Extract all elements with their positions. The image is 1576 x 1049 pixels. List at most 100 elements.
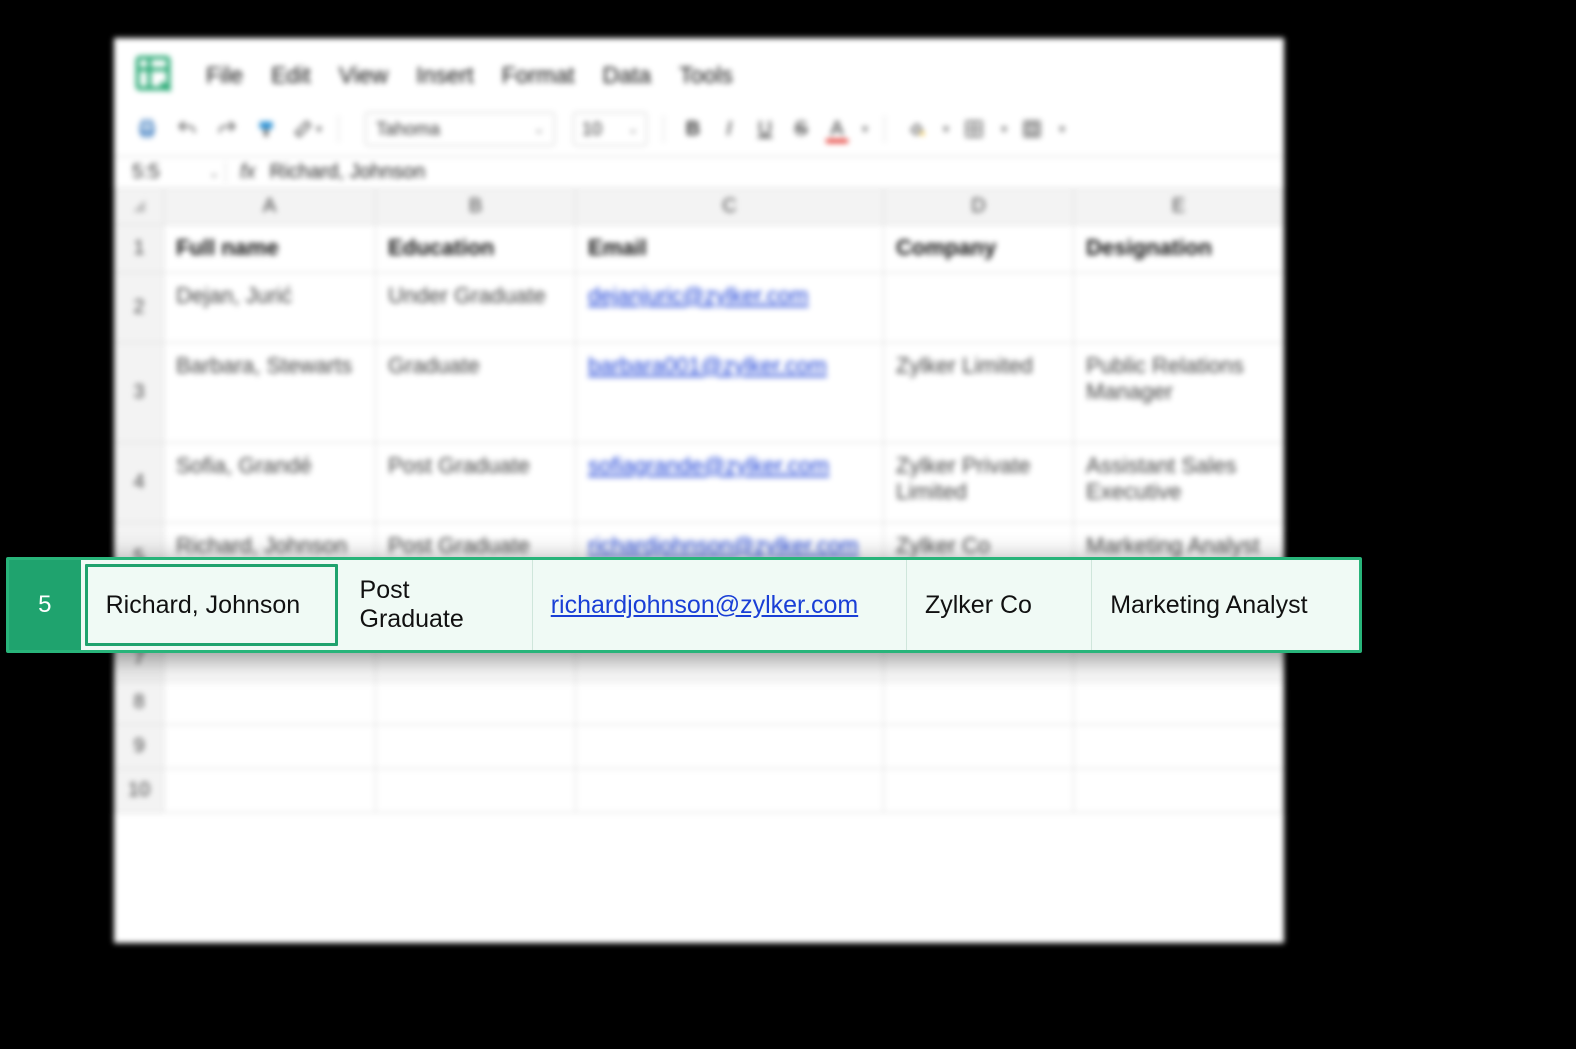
formula-input[interactable]: Richard, Johnson bbox=[270, 161, 426, 184]
chevron-down-icon[interactable]: ▾ bbox=[1059, 122, 1065, 136]
cell-D4[interactable]: Zylker Private Limited bbox=[884, 443, 1074, 523]
cell-D8[interactable] bbox=[884, 681, 1074, 725]
chevron-down-icon: ⌄ bbox=[628, 122, 638, 136]
cell-C2[interactable]: dejanjuric@zylker.com bbox=[576, 273, 884, 343]
highlight-row-header[interactable]: 5 bbox=[9, 560, 81, 650]
underline-button[interactable]: U bbox=[752, 118, 778, 141]
cell-A10[interactable] bbox=[164, 769, 376, 813]
chevron-down-icon: ⌄ bbox=[534, 122, 544, 136]
font-family-value: Tahoma bbox=[376, 119, 440, 140]
col-header-D[interactable]: D bbox=[884, 189, 1074, 225]
clear-format-icon[interactable]: ▾ bbox=[292, 114, 322, 144]
cell-B8[interactable] bbox=[376, 681, 576, 725]
cell-E2[interactable] bbox=[1074, 273, 1284, 343]
spreadsheet-window: File Edit View Insert Format Data Tools … bbox=[114, 38, 1284, 943]
cell-C4[interactable]: sofiagrande@zylker.com bbox=[576, 443, 884, 523]
chevron-down-icon: ▾ bbox=[316, 122, 322, 136]
row-header-1[interactable]: 1 bbox=[114, 225, 164, 273]
spreadsheet-grid: A B C D E 1 Full name Education Email Co… bbox=[114, 189, 1284, 813]
cell-E8[interactable] bbox=[1074, 681, 1284, 725]
menu-format[interactable]: Format bbox=[502, 62, 575, 89]
merge-cells-icon[interactable] bbox=[1017, 114, 1047, 144]
redo-icon[interactable] bbox=[212, 114, 242, 144]
cell-D1[interactable]: Company bbox=[884, 225, 1074, 273]
menubar: File Edit View Insert Format Data Tools bbox=[114, 38, 1284, 108]
name-box-value: 5:5 bbox=[132, 161, 160, 184]
col-header-A[interactable]: A bbox=[164, 189, 376, 225]
menu-view[interactable]: View bbox=[339, 62, 388, 89]
menu-insert[interactable]: Insert bbox=[416, 62, 474, 89]
font-color-button[interactable]: A bbox=[824, 118, 850, 141]
cell-C3[interactable]: barbara001@zylker.com bbox=[576, 343, 884, 443]
cell-A4[interactable]: Sofia, Grandé bbox=[164, 443, 376, 523]
cell-D10[interactable] bbox=[884, 769, 1074, 813]
col-header-B[interactable]: B bbox=[376, 189, 576, 225]
cell-B1[interactable]: Education bbox=[376, 225, 576, 273]
divider bbox=[884, 115, 885, 143]
cell-B10[interactable] bbox=[376, 769, 576, 813]
cell-A9[interactable] bbox=[164, 725, 376, 769]
name-box[interactable]: 5:5 ⌄ bbox=[132, 161, 226, 184]
cell-A1[interactable]: Full name bbox=[164, 225, 376, 273]
menu-file[interactable]: File bbox=[206, 62, 243, 89]
font-size-value: 10 bbox=[582, 119, 602, 140]
cell-E4[interactable]: Assistant Sales Executive bbox=[1074, 443, 1284, 523]
menu-data[interactable]: Data bbox=[603, 62, 652, 89]
cell-A8[interactable] bbox=[164, 681, 376, 725]
font-size-select[interactable]: 10 ⌄ bbox=[573, 112, 647, 146]
divider bbox=[663, 115, 664, 143]
cell-D2[interactable] bbox=[884, 273, 1074, 343]
print-icon[interactable] bbox=[132, 114, 162, 144]
chevron-down-icon[interactable]: ▾ bbox=[862, 122, 868, 136]
italic-button[interactable]: I bbox=[716, 118, 742, 141]
cell-E9[interactable] bbox=[1074, 725, 1284, 769]
bold-button[interactable]: B bbox=[680, 118, 706, 141]
cell-C1[interactable]: Email bbox=[576, 225, 884, 273]
row-header-8[interactable]: 8 bbox=[114, 681, 164, 725]
cell-C9[interactable] bbox=[576, 725, 884, 769]
cell-B3[interactable]: Graduate bbox=[376, 343, 576, 443]
row-header-10[interactable]: 10 bbox=[114, 769, 164, 813]
row-header-9[interactable]: 9 bbox=[114, 725, 164, 769]
formula-bar: 5:5 ⌄ fx Richard, Johnson bbox=[114, 156, 1284, 189]
highlight-cell-E[interactable]: Marketing Analyst bbox=[1092, 560, 1359, 650]
app-logo-icon bbox=[132, 52, 178, 98]
divider bbox=[338, 115, 339, 143]
borders-icon[interactable] bbox=[959, 114, 989, 144]
select-all-corner[interactable] bbox=[114, 189, 164, 225]
fx-icon[interactable]: fx bbox=[240, 161, 256, 184]
cell-B9[interactable] bbox=[376, 725, 576, 769]
col-header-C[interactable]: C bbox=[576, 189, 884, 225]
strikethrough-button[interactable]: S bbox=[788, 118, 814, 141]
cell-C10[interactable] bbox=[576, 769, 884, 813]
row-header-2[interactable]: 2 bbox=[114, 273, 164, 343]
highlight-cell-B[interactable]: Post Graduate bbox=[342, 560, 533, 650]
highlight-cell-D[interactable]: Zylker Co bbox=[907, 560, 1092, 650]
cell-E10[interactable] bbox=[1074, 769, 1284, 813]
menu-edit[interactable]: Edit bbox=[271, 62, 311, 89]
cell-C8[interactable] bbox=[576, 681, 884, 725]
fill-color-icon[interactable] bbox=[901, 114, 931, 144]
cell-B4[interactable]: Post Graduate bbox=[376, 443, 576, 523]
chevron-down-icon[interactable]: ▾ bbox=[943, 122, 949, 136]
cell-E1[interactable]: Designation bbox=[1074, 225, 1284, 273]
cell-E3[interactable]: Public Relations Manager bbox=[1074, 343, 1284, 443]
highlight-cell-C[interactable]: richardjohnson@zylker.com bbox=[533, 560, 907, 650]
col-header-E[interactable]: E bbox=[1074, 189, 1284, 225]
menu-tools[interactable]: Tools bbox=[679, 62, 733, 89]
chevron-down-icon[interactable]: ▾ bbox=[1001, 122, 1007, 136]
highlighted-row: 5 Richard, Johnson Post Graduate richard… bbox=[6, 557, 1362, 653]
cell-A3[interactable]: Barbara, Stewarts bbox=[164, 343, 376, 443]
format-painter-icon[interactable] bbox=[252, 114, 282, 144]
chevron-down-icon: ⌄ bbox=[209, 166, 219, 180]
toolbar: ▾ Tahoma ⌄ 10 ⌄ B I U S A ▾ ▾ ▾ ▾ bbox=[114, 108, 1284, 156]
undo-icon[interactable] bbox=[172, 114, 202, 144]
font-family-select[interactable]: Tahoma ⌄ bbox=[365, 112, 555, 146]
highlight-cell-A[interactable]: Richard, Johnson bbox=[85, 564, 338, 646]
row-header-4[interactable]: 4 bbox=[114, 443, 164, 523]
cell-D3[interactable]: Zylker Limited bbox=[884, 343, 1074, 443]
cell-A2[interactable]: Dejan, Jurić bbox=[164, 273, 376, 343]
cell-D9[interactable] bbox=[884, 725, 1074, 769]
row-header-3[interactable]: 3 bbox=[114, 343, 164, 443]
cell-B2[interactable]: Under Graduate bbox=[376, 273, 576, 343]
